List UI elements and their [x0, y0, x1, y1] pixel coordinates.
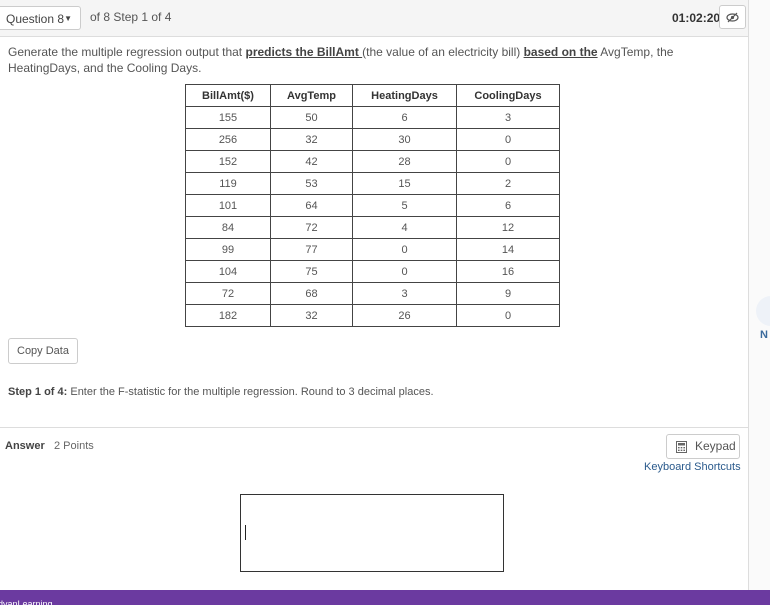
table-cell: 0	[352, 260, 457, 283]
table-row: 99 77 0 14	[185, 238, 560, 261]
column-header-heatingdays: HeatingDays	[352, 84, 457, 107]
table-cell: 32	[270, 128, 353, 151]
table-cell: 99	[185, 238, 271, 261]
step-label: Step 1 of 4:	[8, 386, 68, 398]
table-cell: 2	[456, 172, 560, 195]
answer-input[interactable]	[240, 494, 504, 572]
table-row: 104 75 0 16	[185, 260, 560, 283]
table-cell: 15	[352, 172, 457, 195]
eye-slash-icon	[726, 12, 739, 23]
table-cell: 32	[270, 304, 353, 327]
table-row: 72 68 3 9	[185, 282, 560, 305]
table-cell: 0	[456, 128, 560, 151]
keyboard-shortcuts-link[interactable]: Keyboard Shortcuts	[644, 461, 741, 473]
table-cell: 6	[352, 106, 457, 129]
table-cell: 84	[185, 216, 271, 239]
data-table: BillAmt($) AvgTemp HeatingDays CoolingDa…	[185, 84, 560, 327]
section-divider	[0, 427, 748, 428]
table-cell: 12	[456, 216, 560, 239]
table-row: 155 50 6 3	[185, 106, 560, 129]
table-cell: 152	[185, 150, 271, 173]
table-cell: 182	[185, 304, 271, 327]
table-row: 84 72 4 12	[185, 216, 560, 239]
table-cell: 53	[270, 172, 353, 195]
column-header-coolingdays: CoolingDays	[456, 84, 560, 107]
table-cell: 72	[185, 282, 271, 305]
keypad-label: Keypad	[695, 439, 736, 453]
table-cell: 0	[456, 150, 560, 173]
points-label: 2 Points	[54, 440, 94, 452]
table-row: 101 64 5 6	[185, 194, 560, 217]
table-cell: 77	[270, 238, 353, 261]
table-cell: 68	[270, 282, 353, 305]
table-cell: 0	[456, 304, 560, 327]
side-badge[interactable]: N	[760, 329, 768, 341]
table-cell: 50	[270, 106, 353, 129]
copy-data-button[interactable]: Copy Data	[8, 338, 78, 364]
footer-brand: dvanLearning	[0, 599, 53, 609]
keypad-button[interactable]: Keypad	[666, 434, 740, 459]
table-cell: 72	[270, 216, 353, 239]
footer-bar: dvanLearning	[0, 590, 770, 609]
question-toolbar: Question 8 ▼ of 8 Step 1 of 4 01:02:20	[0, 0, 749, 37]
table-cell: 101	[185, 194, 271, 217]
table-cell: 3	[352, 282, 457, 305]
table-cell: 26	[352, 304, 457, 327]
column-header-avgtemp: AvgTemp	[270, 84, 353, 107]
text-cursor	[245, 525, 246, 540]
table-cell: 4	[352, 216, 457, 239]
table-cell: 16	[456, 260, 560, 283]
table-row: 152 42 28 0	[185, 150, 560, 173]
side-panel	[749, 0, 770, 590]
hide-timer-button[interactable]	[719, 5, 746, 29]
step-instruction: Step 1 of 4: Enter the F-statistic for t…	[8, 386, 434, 398]
table-cell: 104	[185, 260, 271, 283]
column-header-billamt: BillAmt($)	[185, 84, 271, 107]
step-text: Enter the F-statistic for the multiple r…	[67, 386, 434, 398]
step-progress-text: of 8 Step 1 of 4	[90, 10, 172, 24]
question-dropdown-label: Question 8	[6, 12, 65, 26]
question-part-1: Generate the multiple regression output …	[8, 45, 246, 59]
table-cell: 28	[352, 150, 457, 173]
table-row: 256 32 30 0	[185, 128, 560, 151]
question-text: Generate the multiple regression output …	[8, 44, 738, 76]
table-cell: 5	[352, 194, 457, 217]
table-cell: 14	[456, 238, 560, 261]
table-row: 182 32 26 0	[185, 304, 560, 327]
table-cell: 3	[456, 106, 560, 129]
answer-label: Answer	[5, 440, 45, 452]
table-cell: 30	[352, 128, 457, 151]
chevron-down-icon: ▼	[64, 14, 72, 23]
table-cell: 64	[270, 194, 353, 217]
table-cell: 9	[456, 282, 560, 305]
table-cell: 42	[270, 150, 353, 173]
table-cell: 6	[456, 194, 560, 217]
question-dropdown[interactable]: Question 8 ▼	[0, 6, 81, 30]
table-cell: 75	[270, 260, 353, 283]
table-header-row: BillAmt($) AvgTemp HeatingDays CoolingDa…	[185, 84, 560, 107]
question-bold-2: based on the	[523, 45, 598, 59]
table-cell: 155	[185, 106, 271, 129]
table-cell: 119	[185, 172, 271, 195]
question-part-2: (the value of an electricity bill)	[362, 45, 524, 59]
table-cell: 0	[352, 238, 457, 261]
question-bold-1: predicts the BillAmt	[245, 45, 363, 59]
table-row: 119 53 15 2	[185, 172, 560, 195]
timer: 01:02:20	[672, 11, 721, 25]
calculator-icon	[676, 441, 687, 453]
table-cell: 256	[185, 128, 271, 151]
